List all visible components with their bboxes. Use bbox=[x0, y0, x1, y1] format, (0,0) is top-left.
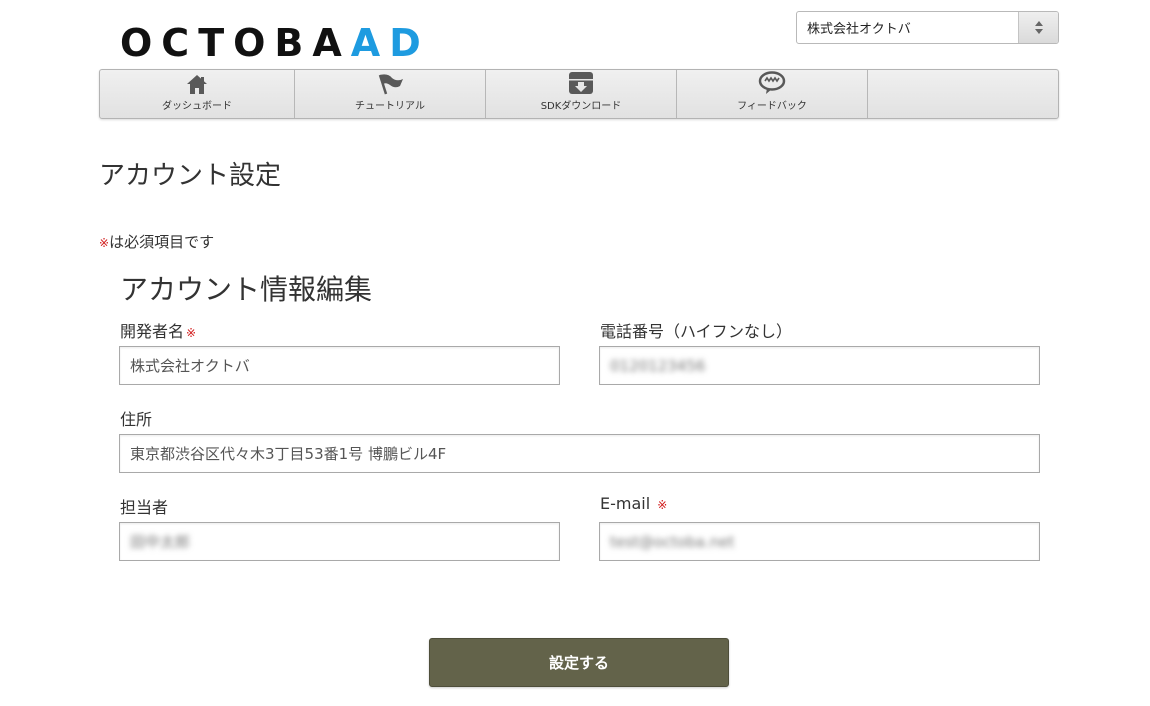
phone-label: 電話番号（ハイフンなし） bbox=[600, 318, 792, 342]
nav-item-feedback[interactable]: フィードバック bbox=[677, 70, 868, 118]
home-icon bbox=[186, 71, 208, 95]
main-navigation: ダッシュボード チュートリアル SDKダウンロード フィードバック bbox=[99, 69, 1059, 119]
required-note-text: は必須項目です bbox=[109, 233, 215, 251]
required-mark: ※ bbox=[99, 236, 110, 250]
developer-name-value: 株式会社オクトバ bbox=[130, 357, 250, 375]
section-title: アカウント情報編集 bbox=[120, 273, 373, 306]
nav-item-tutorial[interactable]: チュートリアル bbox=[295, 70, 486, 118]
nav-item-empty bbox=[868, 70, 1058, 118]
email-label: E-mail ※ bbox=[600, 494, 667, 513]
developer-name-label-text: 開発者名 bbox=[120, 322, 185, 341]
account-selector-value: 株式会社オクトバ bbox=[807, 22, 911, 37]
phone-value: 0120123456 bbox=[610, 356, 706, 375]
select-arrows-icon bbox=[1018, 12, 1058, 43]
address-input[interactable]: 東京都渋谷区代々木3丁目53番1号 博鵬ビル4F bbox=[119, 434, 1040, 473]
speech-bubble-icon bbox=[758, 71, 786, 95]
contact-person-label: 担当者 bbox=[120, 494, 168, 518]
address-label-text: 住所 bbox=[120, 410, 153, 429]
submit-button[interactable]: 設定する bbox=[429, 638, 729, 687]
nav-label-dashboard: ダッシュボード bbox=[162, 101, 232, 112]
nav-item-sdk-download[interactable]: SDKダウンロード bbox=[486, 70, 677, 118]
octoba-ad-logo[interactable]: OCTOBAAD bbox=[120, 22, 430, 64]
contact-person-value: 田中太郎 bbox=[130, 533, 191, 551]
address-label: 住所 bbox=[120, 406, 152, 430]
logo-main-text: OCTOBA bbox=[120, 21, 351, 65]
phone-label-text: 電話番号（ハイフンなし） bbox=[600, 322, 793, 341]
logo-accent-text: AD bbox=[350, 21, 430, 65]
developer-name-input[interactable]: 株式会社オクトバ bbox=[119, 346, 560, 385]
email-input[interactable]: test@octoba.net bbox=[599, 522, 1040, 561]
account-selector[interactable]: 株式会社オクトバ bbox=[796, 11, 1059, 44]
nav-label-feedback: フィードバック bbox=[737, 101, 807, 112]
nav-label-tutorial: チュートリアル bbox=[355, 101, 425, 112]
page-title: アカウント設定 bbox=[99, 161, 282, 191]
email-value: test@octoba.net bbox=[610, 532, 735, 551]
required-fields-note: ※は必須項目です bbox=[99, 231, 214, 252]
address-value: 東京都渋谷区代々木3丁目53番1号 博鵬ビル4F bbox=[130, 445, 447, 463]
contact-person-input[interactable]: 田中太郎 bbox=[119, 522, 560, 561]
contact-person-label-text: 担当者 bbox=[120, 498, 169, 517]
developer-name-required-mark: ※ bbox=[186, 326, 197, 340]
download-box-icon bbox=[568, 71, 594, 95]
nav-item-dashboard[interactable]: ダッシュボード bbox=[100, 70, 295, 118]
flag-icon bbox=[376, 71, 404, 95]
nav-label-sdk-download: SDKダウンロード bbox=[540, 101, 622, 112]
email-required-mark: ※ bbox=[657, 498, 668, 512]
email-label-text: E-mail bbox=[600, 494, 651, 513]
developer-name-label: 開発者名 ※ bbox=[120, 318, 196, 342]
phone-input[interactable]: 0120123456 bbox=[599, 346, 1040, 385]
